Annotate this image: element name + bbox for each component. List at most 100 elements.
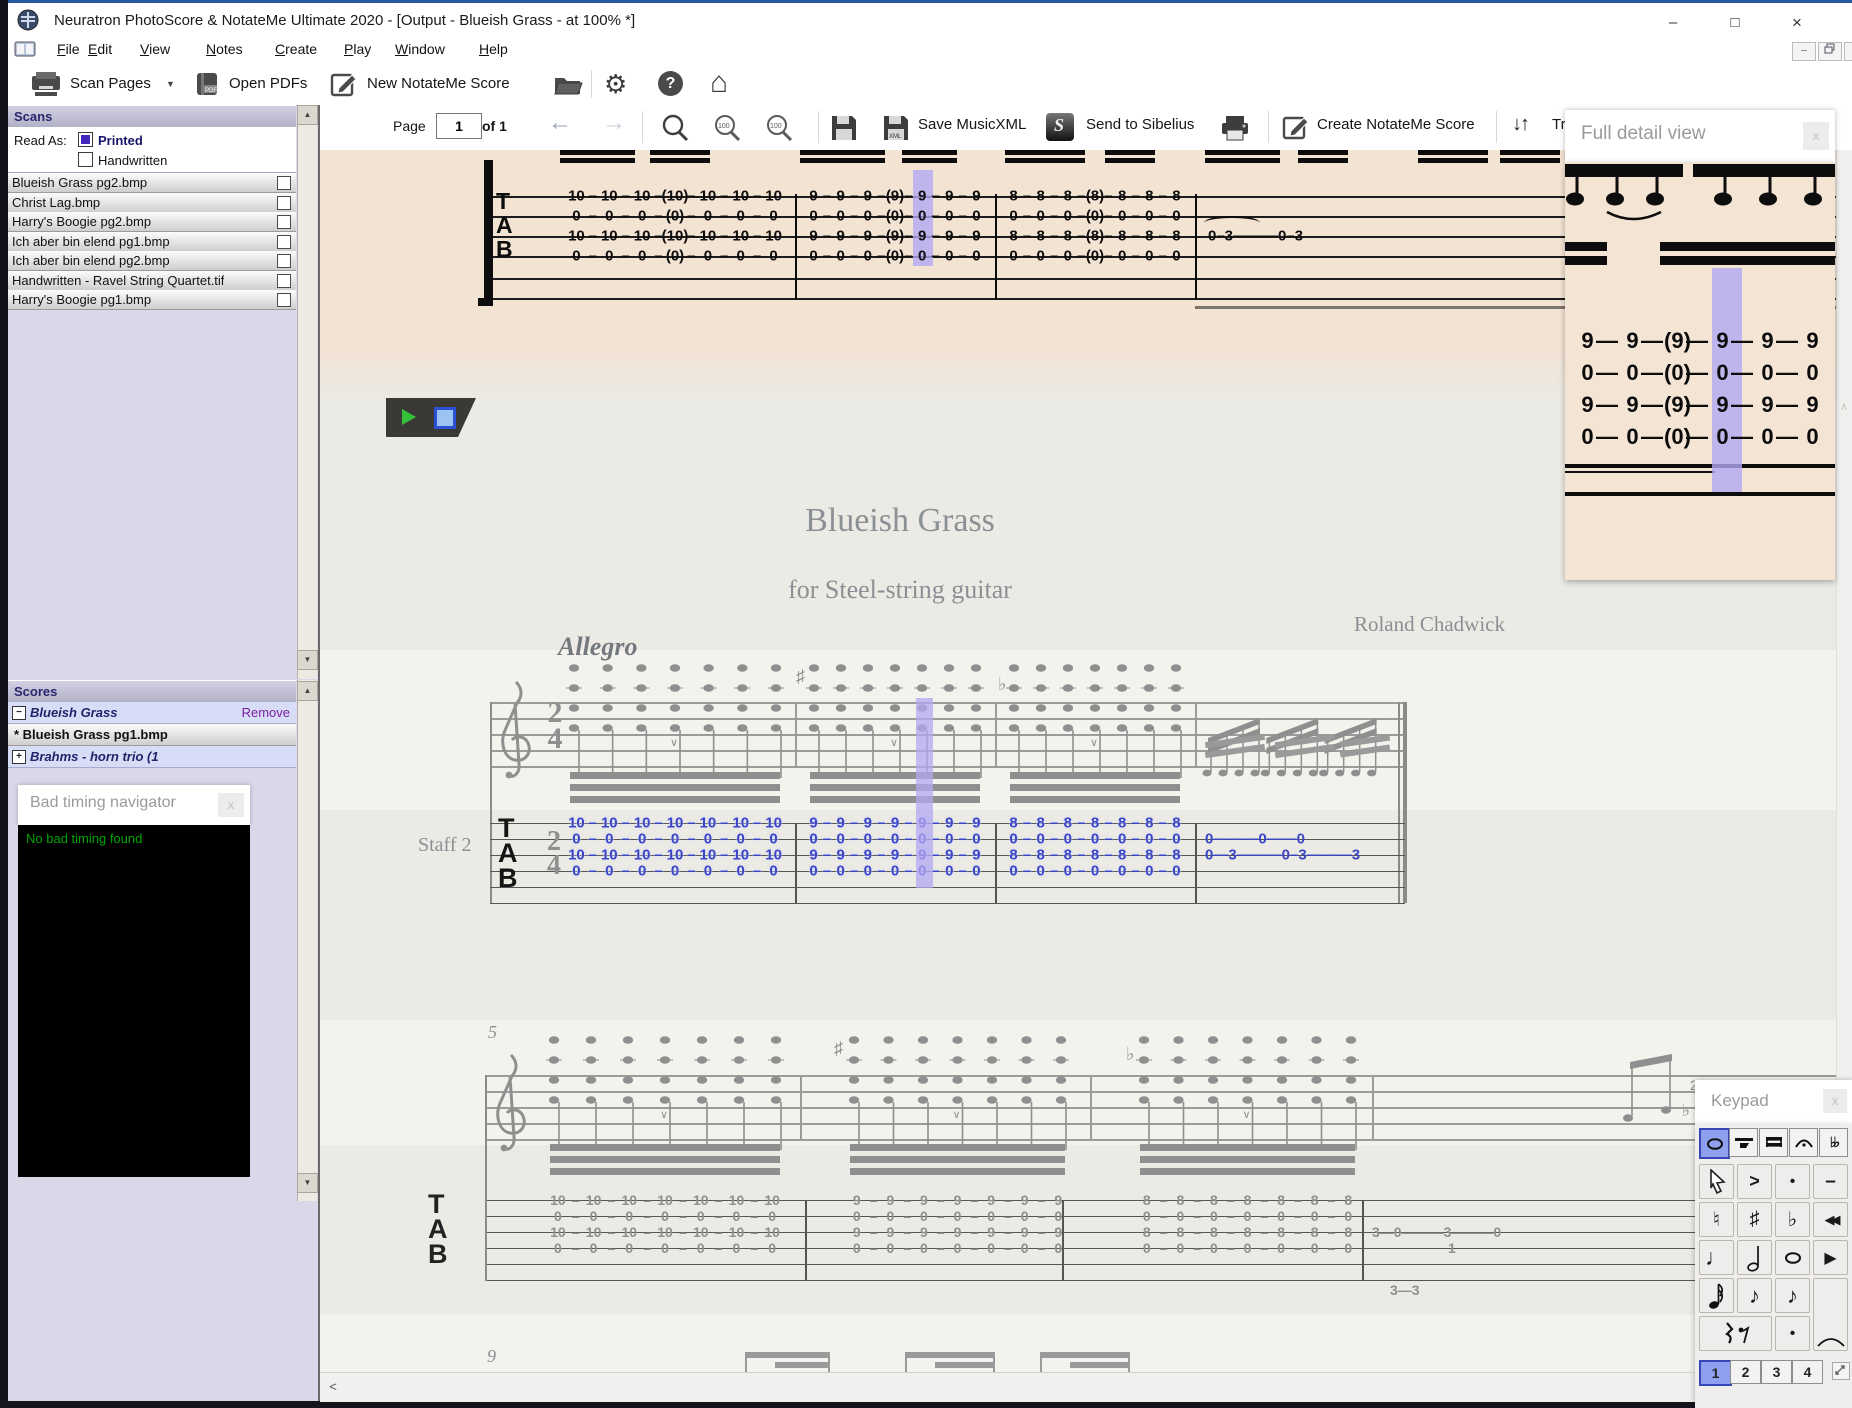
tab-number[interactable]: 8 — [1109, 189, 1140, 204]
tab-number[interactable]: 9 — [874, 1193, 910, 1207]
output-sparse-row[interactable]: 0———0——0 — [1205, 831, 1305, 848]
tab-number[interactable]: 0 — [827, 209, 859, 224]
system2-sparse[interactable]: 1 — [1448, 1240, 1456, 1256]
tab-number[interactable]: 8 — [1000, 229, 1031, 244]
scores-scroll-up-icon[interactable]: ▲ — [297, 681, 318, 701]
file-checkbox[interactable] — [277, 215, 291, 229]
tab-number[interactable]: 0 — [626, 249, 662, 264]
tab-number[interactable]: 0 — [659, 832, 695, 847]
tab-number[interactable]: 0 — [647, 1209, 686, 1223]
tab-number[interactable]: 0 — [909, 209, 940, 224]
tab-number[interactable]: 0 — [1197, 1209, 1234, 1223]
tab-number[interactable]: 0 — [936, 249, 967, 264]
file-checkbox[interactable] — [277, 254, 291, 268]
tab-number[interactable]: 0 — [757, 209, 790, 224]
tab-number[interactable]: 9 — [936, 229, 967, 244]
tab-number[interactable]: (0) — [659, 209, 695, 224]
tab-number[interactable]: 8 — [1000, 189, 1031, 204]
tab-number[interactable]: 10 — [683, 1225, 722, 1239]
tab-number[interactable]: 0 — [963, 864, 990, 879]
tab-number[interactable]: 0 — [540, 1209, 579, 1223]
tab-number[interactable]: 8 — [1109, 816, 1140, 831]
tab-number[interactable]: 8 — [1054, 816, 1086, 831]
system2-tab-measure[interactable]: 9999999000000099999990000000 — [840, 1193, 1075, 1264]
tab-number[interactable]: 8 — [1027, 189, 1059, 204]
tab-number[interactable]: 8 — [1109, 229, 1140, 244]
zoom-in-100-icon[interactable]: 100 — [764, 113, 794, 143]
tab-number[interactable]: 0 — [941, 1209, 978, 1223]
tab-number[interactable]: 0 — [1163, 864, 1190, 879]
tab-number[interactable]: 10 — [593, 816, 630, 831]
tab-number[interactable]: 9 — [827, 816, 859, 831]
tab-number[interactable]: 0 — [1054, 249, 1086, 264]
tab-number[interactable]: 9 — [936, 816, 967, 831]
vscroll-chevron-icon[interactable]: ∧ — [1840, 400, 1848, 413]
tab-number[interactable]: 0 — [1298, 1241, 1335, 1255]
system2-sparse[interactable]: 3—0———3———0 — [1372, 1224, 1501, 1240]
half-note-button[interactable] — [1737, 1240, 1772, 1275]
menu-notes[interactable]: Notes — [206, 41, 243, 57]
tab-number[interactable]: 10 — [560, 229, 597, 244]
tab-number[interactable]: 10 — [754, 1193, 790, 1207]
tab-number[interactable]: 10 — [724, 189, 761, 204]
tab-number[interactable]: 0 — [560, 864, 596, 879]
menu-edit[interactable]: Edit — [88, 41, 112, 57]
output-note-highlight[interactable] — [916, 698, 933, 888]
keypad-number-4[interactable]: 4 — [1792, 1360, 1823, 1384]
sixteenth-note-button[interactable] — [1699, 1278, 1734, 1313]
tab-number[interactable]: 9 — [936, 848, 967, 863]
tab-number[interactable]: 0 — [854, 249, 886, 264]
create-notateme-score-button[interactable]: Create NotateMe Score — [1317, 116, 1475, 133]
tab-number[interactable]: 0 — [593, 832, 629, 847]
tab-number[interactable]: 0 — [540, 1241, 579, 1255]
send-to-sibelius-button[interactable]: Send to Sibelius — [1086, 116, 1194, 133]
tab-number[interactable]: 0 — [560, 832, 596, 847]
tab-number[interactable]: 8 — [1054, 189, 1086, 204]
expander-icon[interactable]: + — [12, 750, 26, 764]
scan-tab-measure[interactable]: 999(9)999000(0)000999(9)999000(0)000 — [800, 189, 990, 276]
keypad-number-2[interactable]: 2 — [1730, 1360, 1761, 1384]
tab-number[interactable]: 0 — [724, 832, 761, 847]
tab-number[interactable]: 10 — [683, 1193, 722, 1207]
tab-number[interactable]: 0 — [1109, 209, 1140, 224]
staccato-dot-button[interactable]: • — [1775, 1316, 1810, 1351]
tab-number[interactable]: 8 — [1163, 189, 1190, 204]
tab-number[interactable]: 10 — [540, 1225, 579, 1239]
tab-number[interactable]: 8 — [1054, 229, 1086, 244]
open-pdfs-icon[interactable]: PDF — [194, 71, 222, 97]
tab-number[interactable]: 9 — [1041, 1225, 1075, 1239]
scan-tab-measure[interactable]: 888(8)888000(0)000888(8)888000(0)000 — [1000, 189, 1190, 276]
tab-number[interactable]: 0 — [1027, 249, 1059, 264]
scan-file-row[interactable]: Ich aber bin elend pg2.bmp — [8, 251, 296, 271]
tab-number[interactable]: 10 — [659, 816, 696, 831]
tab-number[interactable]: 0 — [1027, 864, 1059, 879]
tab-number[interactable]: 10 — [691, 848, 729, 863]
tab-number[interactable]: 8 — [1000, 848, 1031, 863]
horizontal-scrollbar[interactable]: < — [320, 1372, 1852, 1402]
tab-number[interactable]: 8 — [1298, 1225, 1335, 1239]
mdi-restore-button[interactable] — [1818, 42, 1842, 61]
tab-number[interactable]: 8 — [1081, 816, 1113, 831]
tab-number[interactable]: (0) — [659, 249, 695, 264]
tab-number[interactable]: 8 — [1027, 229, 1059, 244]
tab-number[interactable]: 10 — [576, 1193, 615, 1207]
scan-file-row[interactable]: Harry's Boogie pg2.bmp — [8, 212, 296, 232]
forward-page-icon[interactable]: → — [602, 109, 626, 137]
tab-number[interactable]: 8 — [1130, 1193, 1167, 1207]
tab-number[interactable]: 0 — [963, 249, 990, 264]
tab-number[interactable]: 0 — [1008, 1241, 1045, 1255]
mdi-close-button[interactable]: × — [1844, 42, 1852, 61]
scan-file-row[interactable]: Harry's Boogie pg1.bmp — [8, 290, 296, 310]
tab-number[interactable]: 8 — [1231, 1225, 1268, 1239]
tab-number[interactable]: 9 — [874, 1225, 910, 1239]
tab-number[interactable]: 0 — [854, 832, 886, 847]
tab-number[interactable]: 0 — [593, 864, 629, 879]
tab-number[interactable]: 10 — [757, 848, 790, 863]
tab-number[interactable]: 9 — [854, 189, 886, 204]
tab-number[interactable]: 0 — [1197, 1241, 1234, 1255]
scans-scrollbar[interactable] — [297, 105, 317, 679]
tab-number[interactable]: 10 — [611, 1225, 651, 1239]
menu-view[interactable]: View — [140, 41, 170, 57]
tab-number[interactable]: 8 — [1197, 1225, 1234, 1239]
tab-number[interactable]: 0 — [1264, 1209, 1301, 1223]
